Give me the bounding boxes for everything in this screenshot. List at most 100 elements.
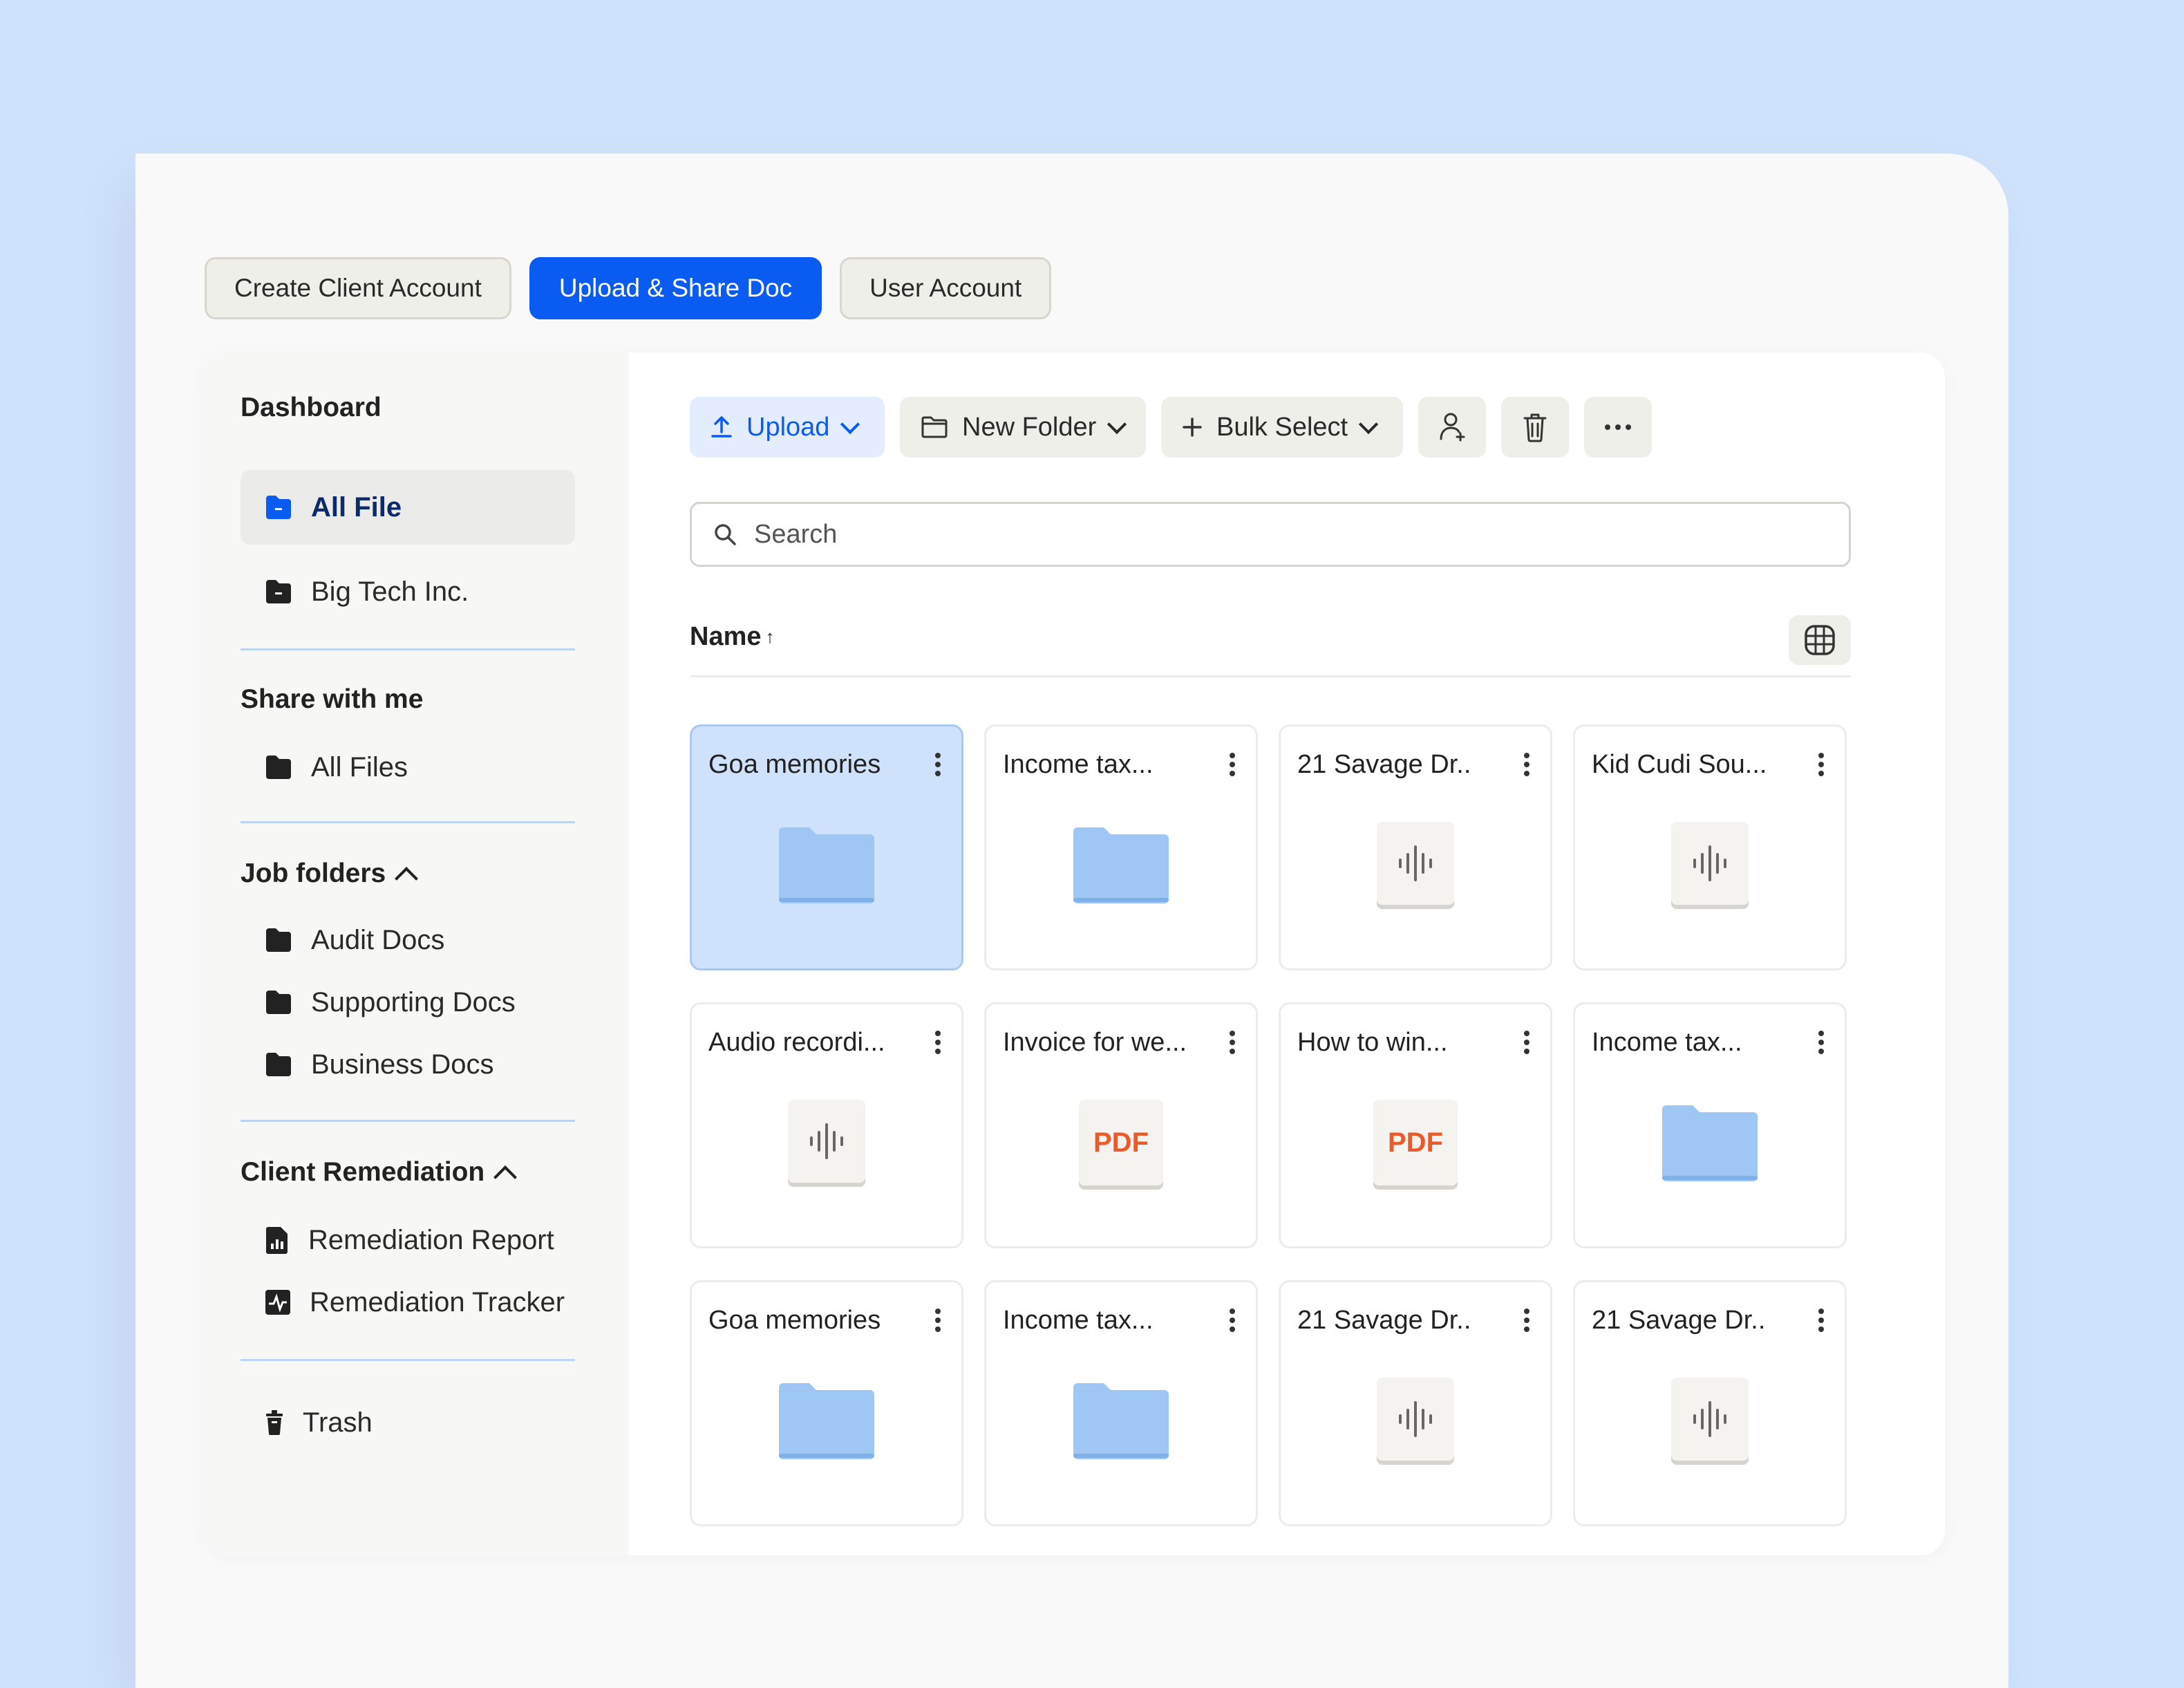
sidebar-item-business-docs[interactable]: Business Docs <box>241 1027 575 1102</box>
file-card[interactable]: How to win... PDF <box>1279 1002 1552 1248</box>
file-card[interactable]: 21 Savage Dr.. <box>1279 724 1552 970</box>
file-thumbnail <box>1073 823 1169 907</box>
bulk-select-label: Bulk Select <box>1216 412 1348 442</box>
audio-waveform-icon <box>1399 1401 1432 1437</box>
file-name: 21 Savage Dr.. <box>1297 750 1471 779</box>
file-card[interactable]: Income tax... <box>984 724 1258 970</box>
folder-icon <box>266 928 291 952</box>
list-header: Name ↑ <box>690 608 1851 677</box>
file-thumbnail <box>1671 822 1749 905</box>
sidebar-item-label: Trash <box>303 1407 373 1438</box>
file-card[interactable]: 21 Savage Dr.. <box>1279 1280 1552 1526</box>
file-card[interactable]: Goa memories <box>690 1280 963 1526</box>
kebab-menu-icon[interactable] <box>1230 1031 1235 1054</box>
sidebar-item-label: All File <box>311 491 402 523</box>
folder-icon <box>1662 1105 1758 1181</box>
grid-view-button[interactable] <box>1789 615 1851 665</box>
audio-waveform-icon <box>1693 845 1726 881</box>
upload-button[interactable]: Upload <box>690 397 885 458</box>
tracker-icon <box>265 1290 290 1315</box>
pdf-badge: PDF <box>1079 1100 1163 1185</box>
new-folder-button[interactable]: New Folder <box>900 397 1146 458</box>
share-user-button[interactable] <box>1418 397 1486 458</box>
grid-view-icon <box>1805 625 1835 655</box>
sidebar-item-label: Business Docs <box>311 1049 494 1080</box>
file-card[interactable]: Audio recordi... <box>690 1002 963 1248</box>
audio-file-tile <box>788 1100 865 1183</box>
kebab-menu-icon[interactable] <box>1818 1031 1824 1054</box>
folder-icon <box>266 580 291 603</box>
plus-icon <box>1183 418 1202 437</box>
add-user-icon <box>1440 413 1465 442</box>
search-bar[interactable] <box>690 502 1851 567</box>
chevron-down-icon <box>1107 414 1127 435</box>
client-remediation-heading[interactable]: Client Remediation <box>241 1157 518 1189</box>
more-options-button[interactable] <box>1584 397 1652 458</box>
audio-waveform-icon <box>1399 845 1432 881</box>
new-folder-label: New Folder <box>962 412 1097 442</box>
folder-icon <box>1073 1383 1169 1459</box>
audio-file-tile <box>1671 822 1749 905</box>
sidebar-item-all-file[interactable]: All File <box>241 470 575 545</box>
sidebar-item-big-tech[interactable]: Big Tech Inc. <box>241 554 575 629</box>
sidebar-item-trash[interactable]: Trash <box>241 1385 575 1460</box>
file-thumbnail: PDF <box>1373 1100 1458 1185</box>
divider <box>241 1359 575 1361</box>
trash-icon <box>266 1410 283 1435</box>
file-card[interactable]: Goa memories <box>690 724 963 970</box>
more-horizontal-icon <box>1605 424 1631 430</box>
sidebar-item-remediation-tracker[interactable]: Remediation Tracker <box>241 1265 575 1340</box>
toolbar: Upload New Folder Bulk Select <box>690 397 1652 458</box>
file-name: How to win... <box>1297 1028 1448 1057</box>
kebab-menu-icon[interactable] <box>935 753 941 776</box>
audio-waveform-icon <box>1693 1401 1726 1437</box>
kebab-menu-icon[interactable] <box>1230 753 1235 776</box>
file-card[interactable]: Invoice for we... PDF <box>984 1002 1258 1248</box>
file-grid: Goa memories Income tax... 21 Savage Dr.. K… <box>690 724 1847 1526</box>
create-client-account-tab[interactable]: Create Client Account <box>205 257 511 319</box>
kebab-menu-icon[interactable] <box>1230 1309 1235 1332</box>
sort-arrow-icon: ↑ <box>765 626 775 647</box>
file-card[interactable]: Kid Cudi Sou... <box>1573 724 1847 970</box>
file-manager-panel: Dashboard All File Big Tech Inc. Share w… <box>205 353 1945 1555</box>
audio-file-tile <box>1671 1378 1749 1461</box>
job-folders-heading[interactable]: Job folders <box>241 859 419 890</box>
kebab-menu-icon[interactable] <box>1818 753 1824 776</box>
sidebar-item-label: All Files <box>311 751 408 782</box>
job-folders-label: Job folders <box>241 859 386 888</box>
share-heading: Share with me <box>241 684 424 714</box>
kebab-menu-icon[interactable] <box>1524 1031 1529 1054</box>
sidebar-item-label: Audit Docs <box>311 924 445 955</box>
file-card[interactable]: 21 Savage Dr.. <box>1573 1280 1847 1526</box>
delete-button[interactable] <box>1501 397 1569 458</box>
file-card[interactable]: Income tax... <box>1573 1002 1847 1248</box>
upload-label: Upload <box>746 412 830 442</box>
sidebar-item-label: Supporting Docs <box>311 986 516 1018</box>
kebab-menu-icon[interactable] <box>935 1309 941 1332</box>
file-thumbnail <box>779 1379 874 1463</box>
upload-share-doc-tab[interactable]: Upload & Share Doc <box>529 257 822 319</box>
file-card[interactable]: Income tax... <box>984 1280 1258 1526</box>
trash-icon <box>1523 413 1547 442</box>
kebab-menu-icon[interactable] <box>1818 1309 1824 1332</box>
sort-by-name[interactable]: Name ↑ <box>690 622 775 652</box>
file-name: Kid Cudi Sou... <box>1592 750 1767 779</box>
search-input[interactable] <box>753 518 1792 550</box>
file-name: Income tax... <box>1003 750 1154 779</box>
kebab-menu-icon[interactable] <box>935 1031 941 1054</box>
folder-icon <box>779 1383 874 1459</box>
file-name: Goa memories <box>708 1306 881 1335</box>
sort-label: Name <box>690 622 762 651</box>
folder-outline-icon <box>921 416 948 438</box>
folder-icon <box>266 991 291 1014</box>
kebab-menu-icon[interactable] <box>1524 753 1529 776</box>
file-thumbnail <box>779 823 874 907</box>
sidebar-item-all-files[interactable]: All Files <box>241 730 575 805</box>
user-account-tab[interactable]: User Account <box>840 257 1052 319</box>
file-thumbnail <box>1662 1101 1758 1185</box>
divider <box>241 1120 575 1122</box>
bulk-select-button[interactable]: Bulk Select <box>1161 397 1403 458</box>
kebab-menu-icon[interactable] <box>1524 1309 1529 1332</box>
file-thumbnail <box>1671 1378 1749 1461</box>
file-thumbnail <box>1377 822 1454 905</box>
